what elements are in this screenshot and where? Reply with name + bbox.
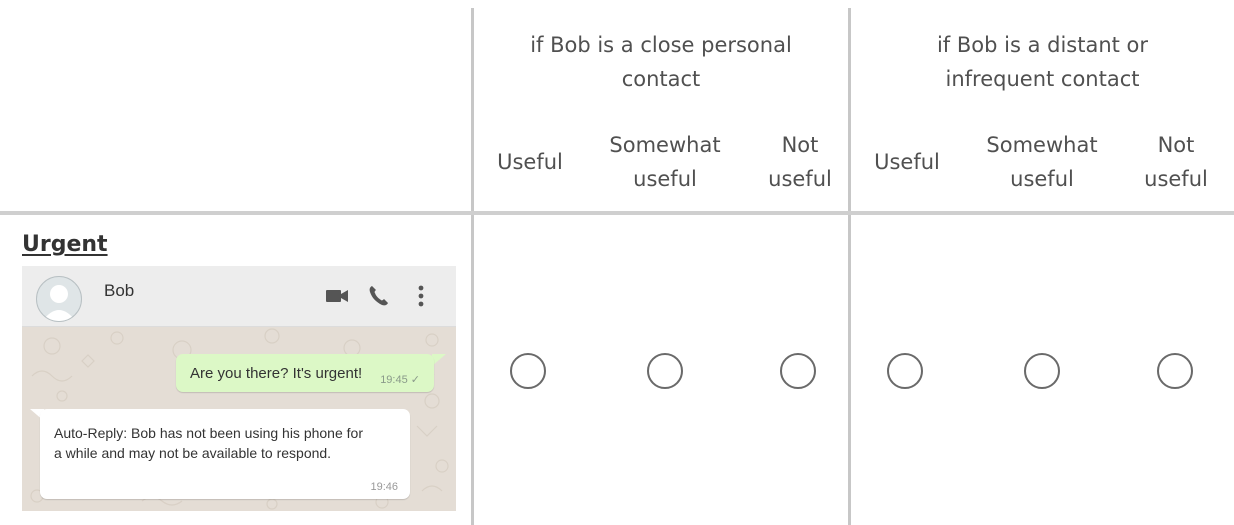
chat-header: Bob [22, 266, 456, 327]
radio-distant-not-useful[interactable] [1157, 353, 1193, 389]
column-heading-close-useful: Useful [497, 150, 563, 174]
more-options-icon[interactable] [408, 283, 434, 309]
contact-name: Bob [104, 281, 135, 300]
column-heading-close-not-useful: Not useful [768, 133, 832, 191]
incoming-message-bubble: Auto-Reply: Bob has not been using his p… [40, 409, 410, 499]
phone-icon[interactable] [366, 283, 392, 309]
outgoing-message-meta: 19:45 ✓ [380, 373, 420, 392]
group-heading-close-contact: if Bob is a close personal contact [530, 33, 792, 91]
sent-check-icon: ✓ [410, 374, 420, 386]
header-divider [0, 211, 1234, 215]
column-heading-close-somewhat-useful: Somewhat useful [609, 133, 721, 191]
radio-close-somewhat-useful[interactable] [647, 353, 683, 389]
column-heading-distant-not-useful: Not useful [1144, 133, 1208, 191]
incoming-message-text: Auto-Reply: Bob has not been using his p… [54, 425, 363, 461]
chat-screenshot: Bob Are you there? It's urgent! 19:45 ✓ … [22, 266, 456, 511]
column-heading-distant-somewhat-useful: Somewhat useful [986, 133, 1098, 191]
outgoing-message-time: 19:45 [380, 374, 408, 386]
row-title: Urgent [22, 232, 108, 257]
radio-close-not-useful[interactable] [780, 353, 816, 389]
outgoing-bubble-tail [432, 354, 446, 366]
avatar [36, 276, 82, 322]
outgoing-message-bubble: Are you there? It's urgent! 19:45 ✓ [176, 354, 434, 392]
radio-distant-useful[interactable] [887, 353, 923, 389]
incoming-message-time: 19:46 [370, 481, 398, 493]
video-call-icon[interactable] [324, 283, 350, 309]
outgoing-message-text: Are you there? It's urgent! [190, 364, 363, 382]
radio-distant-somewhat-useful[interactable] [1024, 353, 1060, 389]
column-heading-distant-useful: Useful [874, 150, 940, 174]
group-heading-distant-contact: if Bob is a distant or infrequent contac… [936, 33, 1149, 91]
avatar-silhouette-icon [42, 285, 76, 321]
radio-close-useful[interactable] [510, 353, 546, 389]
